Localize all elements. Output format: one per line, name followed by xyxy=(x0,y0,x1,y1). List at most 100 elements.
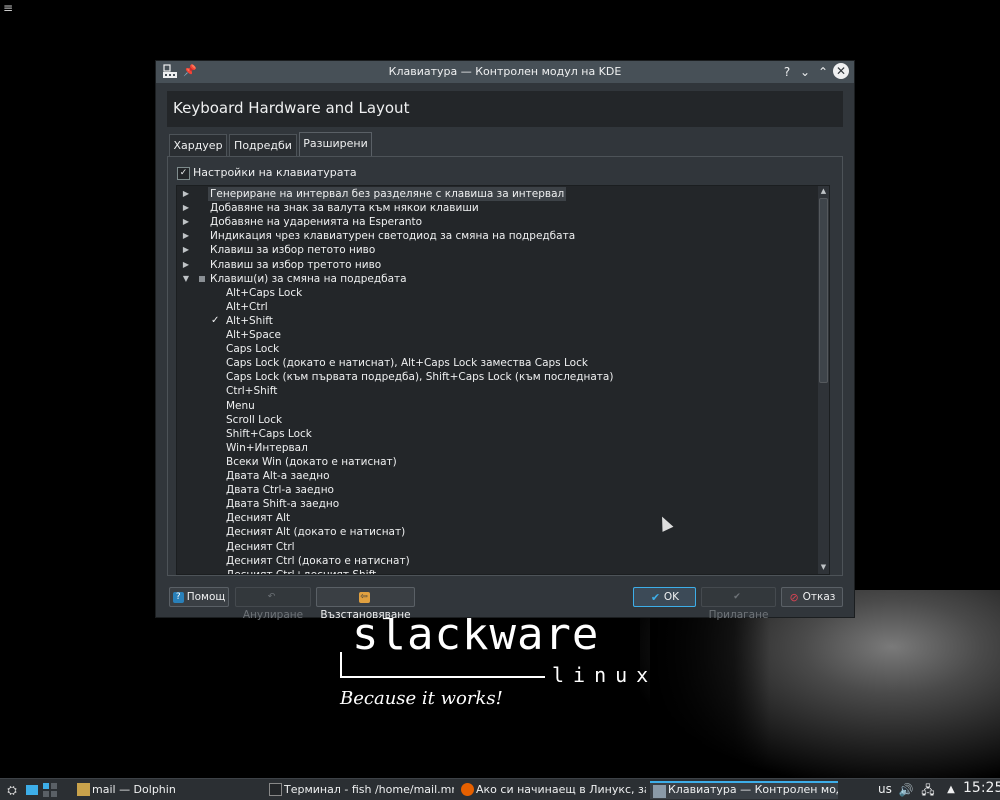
scroll-down-icon[interactable]: ▼ xyxy=(819,563,828,572)
partial-check-icon[interactable] xyxy=(199,275,205,282)
scrollbar-thumb[interactable] xyxy=(819,198,828,383)
volume-icon[interactable]: 🔊 xyxy=(898,782,914,798)
tree-option-item[interactable]: Десният Alt xyxy=(177,511,817,525)
tree-option-item[interactable]: Десният Ctrl (докато е натиснат) xyxy=(177,554,817,568)
tree-option-item[interactable]: Ctrl+Shift xyxy=(177,384,817,398)
tree-option-label: Alt+Ctrl xyxy=(226,300,268,313)
tree-scrollbar[interactable]: ▲ ▼ xyxy=(818,186,829,574)
scroll-up-icon[interactable]: ▲ xyxy=(819,187,828,196)
tree-option-item[interactable]: Двата Shift-а заедно xyxy=(177,497,817,511)
chevron-down-icon[interactable]: ▼ xyxy=(182,272,190,286)
tab-advanced[interactable]: Разширени xyxy=(299,132,372,157)
task-firefox[interactable]: Ако си начинаещ в Линукс, задай въ xyxy=(458,781,646,799)
tree-option-label: Двата Alt-а заедно xyxy=(226,470,330,482)
ok-button[interactable]: ✔ OK xyxy=(633,587,696,607)
chevron-right-icon[interactable]: ▶ xyxy=(182,243,190,257)
tree-option-label: Alt+Space xyxy=(226,329,282,341)
help-button[interactable]: ? Помощ xyxy=(169,587,229,607)
tree-option-item[interactable]: Caps Lock (докато е натиснат), Alt+Caps … xyxy=(177,356,817,370)
tree-option-label: Caps Lock (докато е натиснат), Alt+Caps … xyxy=(226,357,588,370)
tree-group-item[interactable]: ▶ Индикация чрез клавиатурен светодиод за… xyxy=(177,229,817,243)
tree-option-label: Scroll Lock xyxy=(226,413,283,426)
undo-button[interactable]: ↶Анулиране xyxy=(235,587,311,621)
tree-option-item[interactable]: ✓ Alt+Shift xyxy=(177,314,817,328)
clock[interactable]: 15:25 xyxy=(963,780,1000,796)
slackware-logo-linux: linux xyxy=(552,663,658,687)
cancel-button[interactable]: ⊘ Отказ xyxy=(781,587,843,607)
keyboard-layout-indicator[interactable]: us xyxy=(878,782,892,796)
tree-option-label: Win+Интервал xyxy=(226,441,308,454)
tree-option-label: Двата Ctrl-а заедно xyxy=(226,484,334,497)
tree-group-item[interactable]: ▼ Клавиш(и) за смяна на подредбата xyxy=(177,272,817,286)
tree-option-item[interactable]: Menu xyxy=(177,399,817,413)
tree-option-item[interactable]: Двата Alt-а заедно xyxy=(177,469,817,483)
task-terminal[interactable]: Терминал - fish /home/mail.mrejata xyxy=(266,781,454,799)
tree-option-item[interactable]: Двата Ctrl-а заедно xyxy=(177,483,817,497)
terminal-icon xyxy=(269,783,282,796)
tree-option-item[interactable]: Alt+Ctrl xyxy=(177,300,817,314)
tree-group-item[interactable]: ▶ Добавяне на ударенията на Esperanto xyxy=(177,215,817,229)
tree-option-item[interactable]: Caps Lock (към първата подредба), Shift+… xyxy=(177,370,817,384)
tab-layouts[interactable]: Подредби xyxy=(229,134,297,156)
tree-option-label: Alt+Shift xyxy=(226,314,273,327)
tree-option-item[interactable]: Десният Ctrl xyxy=(177,540,817,554)
maximize-icon[interactable]: ⌃ xyxy=(815,64,831,80)
chevron-right-icon[interactable]: ▶ xyxy=(182,187,190,201)
tree-option-item[interactable]: Десният Ctrl+десният Shift xyxy=(177,568,817,575)
tree-group-label: Генериране на интервал без разделяне с к… xyxy=(208,187,567,201)
help-icon[interactable]: ? xyxy=(779,64,795,80)
window-titlebar[interactable]: 📌 Клавиатура — Контролен модул на KDE ? … xyxy=(156,61,854,83)
slackware-tagline: Because it works! xyxy=(340,688,503,709)
task-keyboard-settings[interactable]: Клавиатура — Контролен модул на xyxy=(650,781,838,799)
chevron-right-icon[interactable]: ▶ xyxy=(182,258,190,272)
tree-option-label: Caps Lock xyxy=(226,343,280,356)
application-launcher-icon[interactable]: ⛭ xyxy=(4,782,20,798)
tree-group-label: Индикация чрез клавиатурен светодиод за … xyxy=(210,230,576,243)
close-icon[interactable]: ✕ xyxy=(833,63,849,79)
check-icon[interactable]: ✓ xyxy=(211,314,219,328)
defaults-button[interactable]: ⇦Възстановяване xyxy=(316,587,415,621)
show-desktop-icon[interactable] xyxy=(24,782,40,798)
tree-option-item[interactable]: Десният Alt (докато е натиснат) xyxy=(177,525,817,539)
tree-option-label: Shift+Caps Lock xyxy=(226,427,312,440)
keyboard-settings-checkbox[interactable]: ✓ xyxy=(177,167,190,180)
pager-icon[interactable] xyxy=(42,782,58,798)
tree-option-label: Menu xyxy=(226,399,255,412)
options-tree[interactable]: ▶ Генериране на интервал без разделяне с … xyxy=(176,185,830,575)
help-icon: ? xyxy=(172,591,184,603)
cancel-icon: ⊘ xyxy=(789,590,799,604)
tree-option-item[interactable]: Caps Lock xyxy=(177,342,817,356)
chevron-right-icon[interactable]: ▶ xyxy=(182,215,190,229)
keyboard-icon xyxy=(653,785,666,798)
tree-option-item[interactable]: Всеки Win (докато е натиснат) xyxy=(177,455,817,469)
network-icon[interactable]: 🖧 xyxy=(920,782,936,798)
window-title: Клавиатура — Контролен модул на KDE xyxy=(388,65,622,78)
tree-option-item[interactable]: Win+Интервал xyxy=(177,441,817,455)
chevron-right-icon[interactable]: ▶ xyxy=(182,201,190,215)
chevron-right-icon[interactable]: ▶ xyxy=(182,229,190,243)
undo-icon: ↶ xyxy=(267,591,276,602)
tree-group-label: Добавяне на ударенията на Esperanto xyxy=(210,216,423,229)
tree-group-item[interactable]: ▶ Клавиш за избор петото ниво xyxy=(177,243,817,257)
desktop-menu-icon[interactable]: ≡ xyxy=(3,2,15,14)
tree-option-item[interactable]: Alt+Space xyxy=(177,328,817,342)
tree-option-label: Десният Alt xyxy=(226,512,291,525)
apply-button[interactable]: ✔Прилагане xyxy=(701,587,776,621)
tree-option-label: Ctrl+Shift xyxy=(226,385,278,398)
tree-option-item[interactable]: Shift+Caps Lock xyxy=(177,427,817,441)
tree-group-item[interactable]: ▶ Клавиш за избор третото ниво xyxy=(177,258,817,272)
tree-group-item[interactable]: ▶ Генериране на интервал без разделяне с … xyxy=(177,187,817,201)
tab-hardware[interactable]: Хардуер xyxy=(169,134,227,156)
minimize-icon[interactable]: ⌄ xyxy=(797,64,813,80)
tree-option-label: Десният Ctrl+десният Shift xyxy=(226,568,377,575)
tree-group-item[interactable]: ▶ Добавяне на знак за валута към някои кл… xyxy=(177,201,817,215)
task-dolphin[interactable]: mail — Dolphin xyxy=(74,781,260,799)
tree-option-item[interactable]: Scroll Lock xyxy=(177,413,817,427)
keyboard-settings-label[interactable]: Настройки на клавиатурата xyxy=(193,166,357,179)
folder-icon xyxy=(77,783,90,796)
tray-expand-icon[interactable]: ▲ xyxy=(943,782,959,798)
check-icon: ✔ xyxy=(733,591,741,602)
tree-group-label: Клавиш за избор петото ниво xyxy=(210,244,376,257)
tree-option-item[interactable]: Alt+Caps Lock xyxy=(177,286,817,300)
restore-defaults-icon: ⇦ xyxy=(358,591,370,603)
